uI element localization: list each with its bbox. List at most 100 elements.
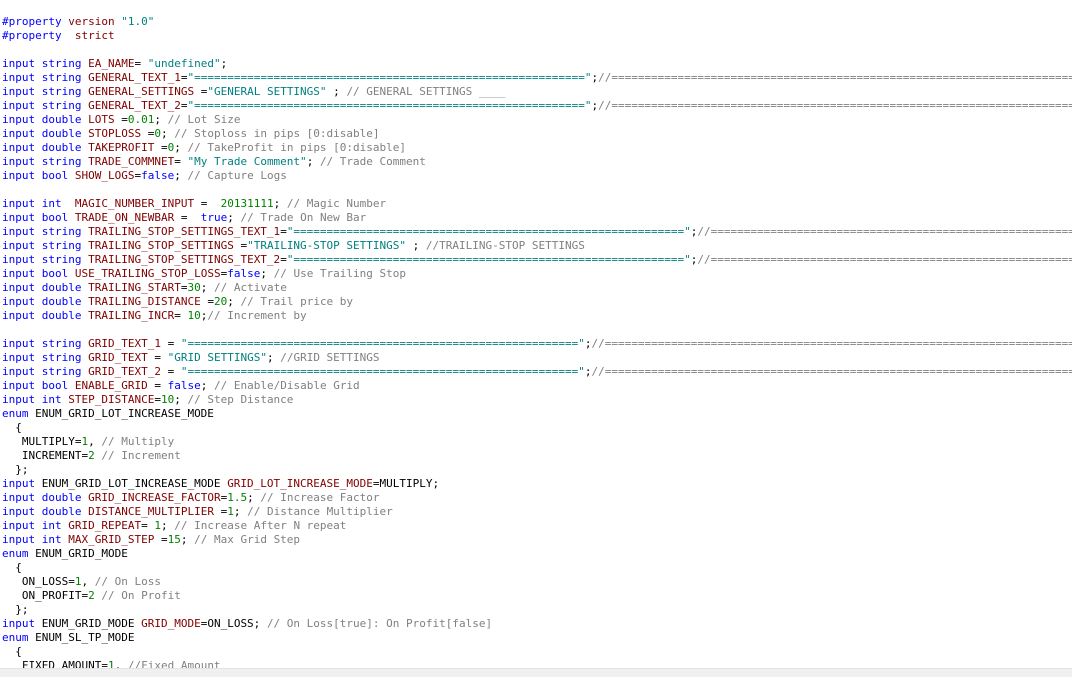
code-editor[interactable]: #property version "1.0" #property strict … — [0, 0, 1072, 668]
plain-token: ON_LOSS= — [2, 575, 75, 588]
identifier-token: GRID_TEXT_2 — [88, 365, 161, 378]
comment-token: // Activate — [213, 281, 287, 294]
identifier-token: GENERAL_TEXT_1 — [88, 71, 181, 84]
plain-token: = — [233, 239, 248, 252]
plain-token: , — [114, 659, 128, 668]
keyword-token: true — [200, 211, 228, 224]
identifier-token: GRID_TEXT — [88, 351, 148, 364]
code-line: { — [2, 421, 1072, 435]
code-text-area[interactable]: #property version "1.0" #property strict … — [2, 15, 1072, 668]
code-line: input string GENERAL_TEXT_2="===========… — [2, 99, 1072, 113]
code-line: input double TRAILING_DISTANCE =20; // T… — [2, 295, 1072, 309]
code-line: input int MAGIC_NUMBER_INPUT = 20131111;… — [2, 197, 1072, 211]
plain-token: MULTIPLY= — [2, 435, 82, 448]
keyword-token: input — [2, 71, 36, 84]
keyword-token: input — [2, 57, 36, 70]
type-token: string — [41, 365, 82, 378]
code-line: input string TRAILING_STOP_SETTINGS ="TR… — [2, 239, 1072, 253]
plain-token: ; — [233, 505, 248, 518]
comment-token: //======================================… — [591, 365, 1072, 378]
keyword-token: input — [2, 519, 36, 532]
code-line: input bool TRADE_ON_NEWBAR = true; // Tr… — [2, 211, 1072, 225]
plain-token: ENUM_GRID_LOT_INCREASE_MODE — [35, 477, 228, 490]
number-token: 20 — [213, 295, 228, 308]
identifier-token: GRID_MODE — [141, 617, 201, 630]
identifier-token: DISTANCE_MULTIPLIER — [88, 505, 214, 518]
plain-token: ; — [180, 533, 195, 546]
identifier-token: GRID_TEXT_1 — [88, 337, 161, 350]
plain-token: = — [280, 225, 287, 238]
comment-token: // Stoploss in pips [0:disable] — [174, 127, 380, 140]
plain-token: = — [147, 351, 168, 364]
identifier-token: TRAILING_STOP_SETTINGS_TEXT_1 — [88, 225, 281, 238]
keyword-token: input — [2, 197, 36, 210]
comment-token: // Distance Multiplier — [247, 505, 393, 518]
plain-token: = — [141, 519, 155, 532]
keyword-token: input — [2, 309, 36, 322]
keyword-token: input — [2, 281, 36, 294]
comment-token: // Enable/Disable Grid — [213, 379, 360, 392]
number-token: 10 — [160, 393, 175, 406]
comment-token: // Use Trailing Stop — [273, 267, 407, 280]
number-token: 10 — [187, 309, 201, 322]
code-line: input string GENERAL_TEXT_1="===========… — [2, 71, 1072, 85]
keyword-token: input — [2, 351, 36, 364]
code-line: input string GRID_TEXT_1 = "============… — [2, 337, 1072, 351]
plain-token: INCREMENT= — [2, 449, 89, 462]
type-token: bool — [41, 379, 69, 392]
code-line: INCREMENT=2 // Increment — [2, 449, 1072, 463]
code-line: { — [2, 561, 1072, 575]
code-line: input ENUM_GRID_MODE GRID_MODE=ON_LOSS; … — [2, 617, 1072, 631]
type-token: double — [41, 113, 82, 126]
code-line: input double TRAILING_START=30; // Activ… — [2, 281, 1072, 295]
number-token: 1 — [107, 659, 115, 668]
plain-token: ; — [260, 267, 274, 280]
plain-token: = — [154, 393, 161, 406]
string-token: "=======================================… — [187, 99, 592, 112]
comment-token: // GENERAL SETTINGS ____ — [346, 85, 506, 98]
plain-token: { — [2, 421, 22, 434]
keyword-token: input — [2, 533, 36, 546]
comment-token: //======================================… — [598, 71, 1072, 84]
number-token: 0 — [154, 127, 161, 140]
plain-token: = — [280, 253, 287, 266]
comment-token: // Capture Logs — [187, 169, 287, 182]
type-token: double — [41, 295, 82, 308]
plain-token: ; — [247, 491, 261, 504]
plain-token: =MULTIPLY; — [372, 477, 440, 490]
comment-token: // Increase Factor — [260, 491, 380, 504]
comment-token: // Step Distance — [187, 393, 294, 406]
type-token: int — [41, 519, 62, 532]
plain-token: = — [194, 85, 208, 98]
comment-token: //Fixed Amount — [127, 659, 221, 668]
type-token: double — [41, 491, 82, 504]
plain-token: , — [88, 435, 102, 448]
plain-token: ; — [266, 351, 281, 364]
plain-token: = — [174, 309, 188, 322]
type-token: double — [41, 141, 82, 154]
code-line: input bool ENABLE_GRID = false; // Enabl… — [2, 379, 1072, 393]
number-token: 30 — [187, 281, 201, 294]
code-line: ON_PROFIT=2 // On Profit — [2, 589, 1072, 603]
type-token: double — [41, 281, 82, 294]
keyword-token: input — [2, 505, 36, 518]
keyword-token: input — [2, 127, 36, 140]
code-line: input double TAKEPROFIT =0; // TakeProfi… — [2, 141, 1072, 155]
